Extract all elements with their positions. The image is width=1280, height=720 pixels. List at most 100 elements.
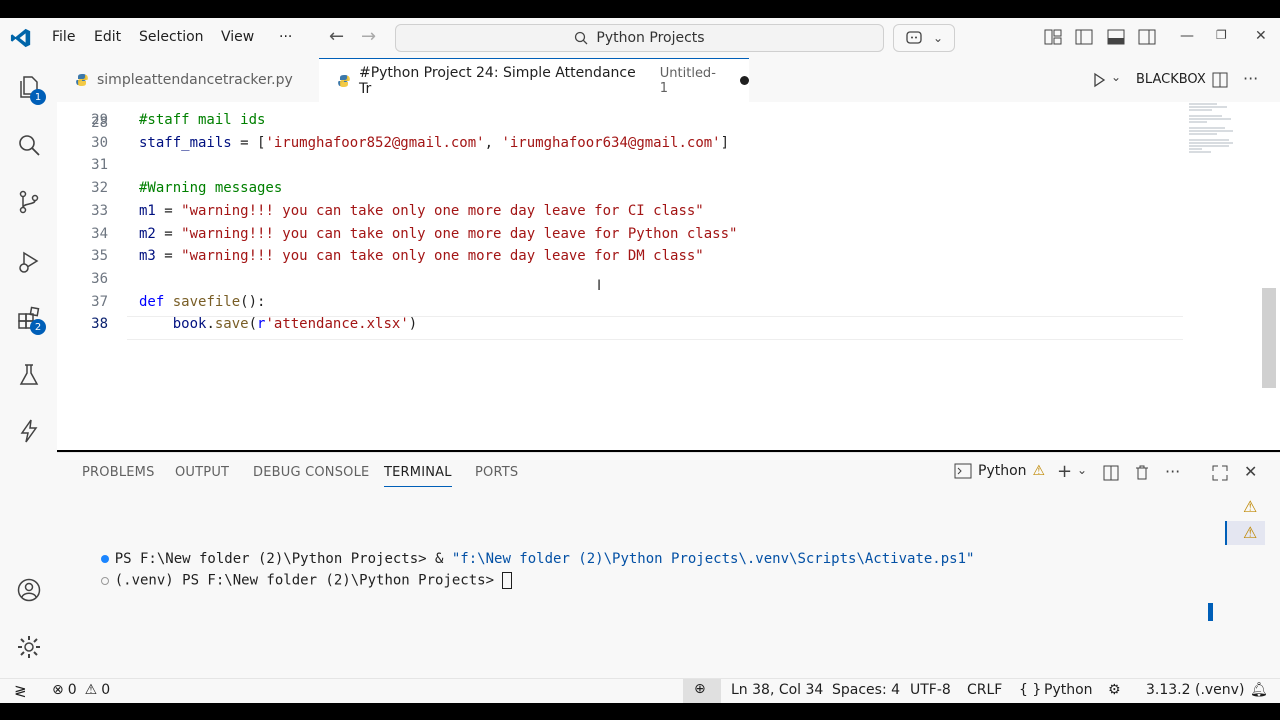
close-icon[interactable]: ✕ bbox=[1255, 28, 1267, 44]
gear-icon[interactable] bbox=[16, 634, 42, 660]
end-of-line[interactable]: CRLF bbox=[967, 682, 1002, 698]
encoding[interactable]: UTF-8 bbox=[910, 682, 951, 698]
line-number: 35 bbox=[91, 248, 108, 265]
line-number: 38 bbox=[91, 316, 108, 333]
warning-icon: ⚠ bbox=[1032, 463, 1046, 479]
testing-icon[interactable] bbox=[16, 362, 42, 388]
warning-icon: ⚠ bbox=[84, 682, 98, 698]
terminal-selector[interactable]: Python ⚠ bbox=[954, 463, 1045, 479]
code-line: 35 m3 = "warning!!! you can take only one… bbox=[57, 245, 1183, 267]
tab-debug-console[interactable]: DEBUG CONSOLE bbox=[253, 465, 369, 480]
tab-label: simpleattendancetracker.py bbox=[97, 72, 293, 88]
more-actions-icon[interactable]: ··· bbox=[1243, 69, 1258, 88]
line-number: 33 bbox=[91, 202, 108, 219]
blackbox-button[interactable]: BLACKBOX bbox=[1136, 72, 1206, 87]
maximize-panel-icon[interactable] bbox=[1212, 465, 1228, 481]
command-decoration-icon bbox=[100, 576, 109, 585]
code-token: (): bbox=[240, 293, 266, 310]
editor-scrollbar[interactable] bbox=[1262, 288, 1276, 388]
indentation[interactable]: Spaces: 4 bbox=[832, 682, 900, 698]
code-token: = [ bbox=[231, 134, 266, 151]
vscode-logo-icon bbox=[10, 28, 31, 48]
split-editor-icon[interactable] bbox=[1212, 72, 1228, 88]
terminal-icon bbox=[954, 463, 972, 479]
code-token: = bbox=[155, 248, 182, 265]
code-text: #staff mail ids bbox=[139, 109, 265, 131]
code-text: staff_mails = ['irumghafoor852@gmail.com… bbox=[139, 132, 729, 154]
command-center-search[interactable]: Python Projects bbox=[395, 24, 884, 52]
forward-arrow-icon[interactable]: → bbox=[361, 26, 376, 47]
line-number: 32 bbox=[91, 180, 108, 197]
line-number: 31 bbox=[91, 157, 108, 174]
trash-icon[interactable] bbox=[1134, 464, 1150, 481]
restore-icon[interactable]: ❐ bbox=[1216, 28, 1227, 42]
terminal-tab-selected[interactable]: ⚠ bbox=[1225, 521, 1265, 545]
layout-customize-icon[interactable] bbox=[1044, 29, 1062, 45]
line-number: 37 bbox=[91, 293, 108, 310]
code-token: , bbox=[484, 134, 502, 151]
code-editor[interactable]: 28 29 #staff mail ids 30 staff_mails = ['ir… bbox=[57, 102, 1280, 450]
minimap[interactable] bbox=[1187, 102, 1247, 162]
menu-more[interactable]: ··· bbox=[279, 29, 292, 45]
python-interpreter[interactable]: 3.13.2 (.venv) bbox=[1146, 682, 1244, 698]
more-actions-icon[interactable]: ··· bbox=[1165, 462, 1180, 481]
tab-output[interactable]: OUTPUT bbox=[175, 465, 229, 480]
toggle-secondary-sidebar-icon[interactable] bbox=[1138, 29, 1156, 45]
code-token: m3 bbox=[139, 248, 156, 265]
tab-ports[interactable]: PORTS bbox=[475, 465, 518, 480]
notifications-bell-icon[interactable]: 🔔︎ bbox=[1250, 682, 1268, 698]
menu-view[interactable]: View bbox=[221, 29, 254, 45]
new-terminal-plus-icon[interactable]: + bbox=[1057, 461, 1072, 482]
code-token: #staff mail ids bbox=[139, 112, 266, 128]
bottom-panel: PROBLEMS OUTPUT DEBUG CONSOLE TERMINAL P… bbox=[57, 452, 1280, 679]
copilot-button[interactable]: ⌄ bbox=[893, 24, 955, 52]
code-token: 'irumghafoor852@gmail.com' bbox=[265, 134, 485, 151]
toggle-panel-icon[interactable] bbox=[1107, 29, 1125, 45]
tab-problems[interactable]: PROBLEMS bbox=[82, 465, 155, 480]
copilot-status-icon[interactable]: ⚙ bbox=[1108, 682, 1121, 698]
menu-file[interactable]: File bbox=[52, 29, 75, 45]
accounts-icon[interactable] bbox=[16, 577, 42, 603]
problems-indicator[interactable]: ⊗ 0 ⚠ 0 bbox=[52, 682, 110, 698]
back-arrow-icon[interactable]: ← bbox=[329, 26, 344, 47]
unsaved-dot-icon[interactable] bbox=[740, 76, 749, 85]
menu-selection[interactable]: Selection bbox=[139, 29, 204, 45]
code-token: m2 bbox=[139, 225, 156, 242]
code-token: def bbox=[139, 293, 165, 310]
error-icon: ⊗ bbox=[52, 682, 64, 698]
language-braces-icon: { } bbox=[1019, 682, 1042, 698]
search-icon[interactable] bbox=[16, 132, 42, 158]
source-control-icon[interactable] bbox=[16, 189, 42, 215]
code-line: 38 book.save(r'attendance.xlsx') bbox=[57, 313, 1183, 335]
cursor-position[interactable]: Ln 38, Col 34 bbox=[731, 682, 823, 698]
menu-edit[interactable]: Edit bbox=[94, 29, 121, 45]
warning-icon[interactable]: ⚠ bbox=[1243, 497, 1257, 516]
code-token: ) bbox=[408, 316, 418, 333]
code-token: "warning!!! you can take only one more d… bbox=[181, 202, 704, 219]
split-terminal-icon[interactable] bbox=[1103, 465, 1119, 481]
minimize-icon[interactable]: — bbox=[1180, 28, 1194, 44]
close-panel-icon[interactable]: ✕ bbox=[1244, 462, 1257, 481]
line-number: 29 bbox=[91, 112, 108, 128]
line-number: 34 bbox=[91, 225, 108, 242]
run-file-icon[interactable] bbox=[1091, 72, 1107, 88]
language-mode[interactable]: Python bbox=[1044, 682, 1093, 698]
explorer-badge: 1 bbox=[30, 89, 46, 105]
code-token: ] bbox=[720, 134, 730, 151]
blackbox-icon[interactable] bbox=[16, 418, 42, 444]
chevron-down-icon[interactable]: ⌄ bbox=[1077, 463, 1087, 477]
line-number: 36 bbox=[91, 270, 108, 287]
tab-terminal[interactable]: TERMINAL bbox=[384, 465, 452, 487]
run-debug-icon[interactable] bbox=[16, 248, 42, 274]
remote-indicator-icon[interactable]: ≷ bbox=[14, 682, 27, 700]
python-file-icon bbox=[338, 74, 350, 87]
code-line: 29 #staff mail ids bbox=[57, 109, 1183, 131]
zoom-button[interactable]: ⊕ bbox=[683, 679, 721, 703]
zoom-icon: ⊕ bbox=[694, 681, 706, 697]
code-text: def savefile(): bbox=[139, 291, 265, 313]
terminal-line: (.venv) PS F:\New folder (2)\Python Proj… bbox=[67, 556, 513, 605]
run-dropdown-chevron-icon[interactable]: ⌄ bbox=[1111, 70, 1121, 84]
toggle-primary-sidebar-icon[interactable] bbox=[1075, 29, 1093, 45]
